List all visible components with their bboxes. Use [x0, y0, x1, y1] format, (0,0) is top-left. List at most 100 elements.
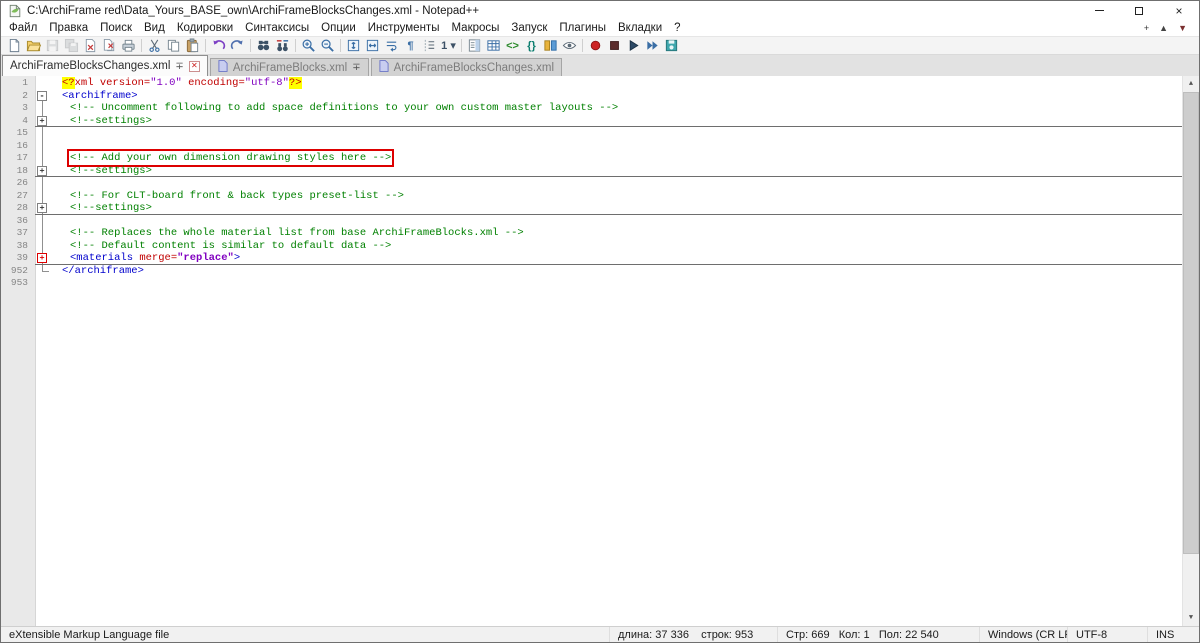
- grid-plugin-button[interactable]: [484, 37, 503, 54]
- undo-button[interactable]: [209, 37, 228, 54]
- json-viewer-plugin-button[interactable]: {}: [522, 37, 541, 54]
- code-text[interactable]: [50, 127, 1182, 140]
- code-line[interactable]: 38 <!-- Default content is similar to def…: [1, 239, 1182, 253]
- code-text[interactable]: <!--settings>: [50, 115, 1182, 128]
- xml-tools-plugin-button[interactable]: <>: [503, 37, 522, 54]
- tab-2[interactable]: ArchiFrameBlocks.xml ∓: [209, 58, 369, 76]
- print-button[interactable]: [119, 37, 138, 54]
- menu-item-4[interactable]: Кодировки: [171, 20, 239, 36]
- maximize-button[interactable]: [1119, 1, 1159, 20]
- code-line[interactable]: 26: [1, 177, 1182, 190]
- tab-1[interactable]: ArchiFrameBlocksChanges.xml ∓ ✕: [2, 55, 208, 76]
- replace-button[interactable]: [273, 37, 292, 54]
- view-selector-dropdown[interactable]: 1 ▾: [439, 37, 458, 54]
- code-line[interactable]: 1 <?xml version="1.0" encoding="utf-8"?>: [1, 77, 1182, 90]
- code-text[interactable]: [50, 140, 1182, 153]
- fold-marker[interactable]: +: [35, 202, 50, 215]
- code-text[interactable]: [50, 177, 1182, 190]
- code-text[interactable]: <!--settings>: [50, 202, 1182, 215]
- code-text[interactable]: <!-- For CLT-board front & back types pr…: [50, 190, 1182, 203]
- code-text[interactable]: <!-- Default content is similar to defau…: [50, 240, 1182, 253]
- menu-item-0[interactable]: Файл: [3, 20, 43, 36]
- word-wrap-button[interactable]: [382, 37, 401, 54]
- sync-scroll-horizontal-button[interactable]: [363, 37, 382, 54]
- fold-toggle-icon[interactable]: +: [37, 203, 47, 214]
- code-line[interactable]: 15: [1, 127, 1182, 140]
- code-text[interactable]: <!-- Replaces the whole material list fr…: [50, 227, 1182, 240]
- stop-macro-button[interactable]: [605, 37, 624, 54]
- code-line[interactable]: 4 + <!--settings>: [1, 114, 1182, 128]
- code-text[interactable]: [50, 277, 1182, 290]
- code-line[interactable]: 3 <!-- Uncomment following to add space d…: [1, 102, 1182, 115]
- close-window-button[interactable]: ×: [1159, 1, 1199, 20]
- menu-item-5[interactable]: Синтаксисы: [239, 20, 315, 36]
- pin-icon[interactable]: ∓: [352, 62, 360, 73]
- sync-scroll-vertical-button[interactable]: [344, 37, 363, 54]
- menu-item-11[interactable]: Вкладки: [612, 20, 668, 36]
- fold-toggle-icon[interactable]: -: [37, 90, 47, 101]
- new-file-button[interactable]: [5, 37, 24, 54]
- spell-check-button[interactable]: [560, 37, 579, 54]
- tab-close-button[interactable]: ✕: [188, 60, 200, 72]
- paste-button[interactable]: [183, 37, 202, 54]
- new-tab-button[interactable]: +: [1140, 23, 1153, 33]
- menu-item-12[interactable]: ?: [668, 20, 686, 36]
- menu-item-8[interactable]: Макросы: [445, 20, 505, 36]
- code-line[interactable]: 39 + <materials merge="replace">: [1, 252, 1182, 265]
- cut-button[interactable]: [145, 37, 164, 54]
- redo-button[interactable]: [228, 37, 247, 54]
- open-file-button[interactable]: [24, 37, 43, 54]
- fold-marker[interactable]: +: [35, 252, 50, 265]
- fold-marker[interactable]: -: [35, 90, 50, 102]
- record-macro-button[interactable]: [586, 37, 605, 54]
- editor-lines[interactable]: 1 <?xml version="1.0" encoding="utf-8"?> 2…: [1, 76, 1182, 626]
- menu-item-1[interactable]: Правка: [43, 20, 94, 36]
- code-line[interactable]: 18 + <!--settings>: [1, 164, 1182, 178]
- tab-3[interactable]: ArchiFrameBlocksChanges.xml: [370, 58, 563, 76]
- scrollbar-track[interactable]: [1183, 554, 1199, 610]
- fold-marker[interactable]: +: [35, 164, 50, 177]
- tab-scroll-down-button[interactable]: ▼: [1174, 23, 1191, 33]
- menu-item-3[interactable]: Вид: [138, 20, 171, 36]
- find-button[interactable]: [254, 37, 273, 54]
- menu-item-2[interactable]: Поиск: [94, 20, 138, 36]
- zoom-in-button[interactable]: [299, 37, 318, 54]
- playback-macro-button[interactable]: [624, 37, 643, 54]
- indent-guide-button[interactable]: [420, 37, 439, 54]
- code-line[interactable]: 37 <!-- Replaces the whole material list …: [1, 227, 1182, 240]
- code-text[interactable]: <!-- Uncomment following to add space de…: [50, 102, 1182, 115]
- code-line[interactable]: 17 <!-- Add your own dimension drawing st…: [1, 149, 1182, 167]
- menu-item-6[interactable]: Опции: [315, 20, 362, 36]
- fold-toggle-icon[interactable]: +: [37, 253, 47, 264]
- menu-item-7[interactable]: Инструменты: [362, 20, 446, 36]
- editor[interactable]: 1 <?xml version="1.0" encoding="utf-8"?> 2…: [1, 76, 1199, 626]
- fold-toggle-icon[interactable]: +: [37, 165, 47, 176]
- code-line[interactable]: 36: [1, 214, 1182, 228]
- show-all-characters-button[interactable]: ¶: [401, 37, 420, 54]
- zoom-out-button[interactable]: [318, 37, 337, 54]
- menu-item-10[interactable]: Плагины: [553, 20, 612, 36]
- code-text[interactable]: <?xml version="1.0" encoding="utf-8"?>: [50, 77, 1182, 90]
- close-all-documents-button[interactable]: [100, 37, 119, 54]
- code-line[interactable]: 952 </archiframe>: [1, 264, 1182, 278]
- code-line[interactable]: 16: [1, 139, 1182, 153]
- code-text[interactable]: <!--settings>: [50, 165, 1182, 178]
- code-line[interactable]: 953: [1, 277, 1182, 290]
- minimize-button[interactable]: [1079, 1, 1119, 20]
- code-text[interactable]: <materials merge="replace">: [50, 252, 1182, 265]
- pin-icon[interactable]: ∓: [175, 61, 183, 72]
- vertical-scrollbar[interactable]: ▲ ▼: [1182, 76, 1199, 626]
- run-macro-multiple-button[interactable]: [643, 37, 662, 54]
- fold-marker[interactable]: [35, 264, 50, 278]
- code-line[interactable]: 27 <!-- For CLT-board front & back types …: [1, 189, 1182, 203]
- save-macro-button[interactable]: [662, 37, 681, 54]
- code-text[interactable]: <archiframe>: [50, 90, 1182, 103]
- scroll-down-arrow[interactable]: ▼: [1183, 610, 1199, 626]
- compare-plugin-button[interactable]: [541, 37, 560, 54]
- code-text[interactable]: [50, 215, 1182, 228]
- tab-scroll-up-button[interactable]: ▲: [1155, 23, 1172, 33]
- menu-item-9[interactable]: Запуск: [505, 20, 553, 36]
- code-text[interactable]: <!-- Add your own dimension drawing styl…: [50, 149, 1182, 167]
- document-map-plugin-button[interactable]: [465, 37, 484, 54]
- scrollbar-thumb[interactable]: [1183, 92, 1199, 554]
